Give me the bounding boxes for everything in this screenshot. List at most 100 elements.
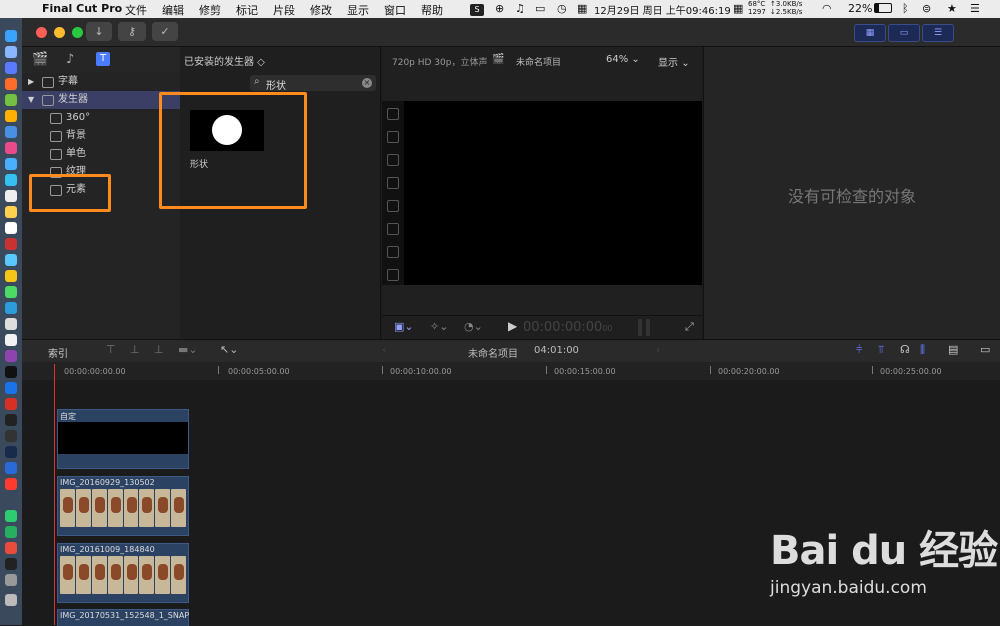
viewer-canvas[interactable] — [404, 101, 702, 285]
disclosure-right-icon[interactable]: ▶ — [28, 73, 34, 91]
clear-search-icon[interactable]: × — [362, 78, 372, 88]
zoom-dropdown[interactable]: 64% ⌄ — [606, 54, 640, 65]
audio-icon[interactable]: ♪ — [66, 52, 74, 67]
titles-generators-icon[interactable]: T — [96, 52, 110, 66]
app-icon[interactable] — [5, 254, 17, 266]
menu-trim[interactable]: 修剪 — [199, 2, 221, 18]
app-icon[interactable] — [5, 334, 17, 346]
installed-generators-filter[interactable]: 已安装的发生器 ◇ — [184, 53, 265, 68]
overwrite-clip-icon[interactable]: ▬⌄ — [178, 343, 198, 356]
sidebar-item-360[interactable]: 360° — [22, 109, 180, 127]
menu-file[interactable]: 文件 — [125, 2, 147, 18]
close-window-button[interactable] — [36, 27, 47, 38]
yandex-icon[interactable] — [5, 478, 17, 490]
sidebar-item-solids[interactable]: 单色 — [22, 145, 180, 163]
minimize-window-button[interactable] — [54, 27, 65, 38]
notes-icon[interactable] — [5, 206, 17, 218]
menu-view[interactable]: 显示 — [347, 2, 369, 18]
bluetooth-icon[interactable]: ᛒ — [902, 2, 909, 15]
forward-icon[interactable]: › — [656, 343, 660, 356]
battery-icon[interactable] — [874, 2, 892, 15]
headphones-icon[interactable]: ☊ — [900, 343, 910, 356]
app-icon[interactable] — [5, 398, 17, 410]
globe-icon[interactable]: ⊕ — [495, 2, 504, 15]
app-icon[interactable] — [5, 142, 17, 154]
timecode-display[interactable]: 00:00:00:0000 — [523, 320, 613, 335]
app-icon[interactable] — [5, 542, 17, 554]
menu-window[interactable]: 窗口 — [384, 2, 406, 18]
app-icon[interactable] — [5, 174, 17, 186]
chrome-icon[interactable] — [5, 110, 17, 122]
list-icon[interactable]: ☰ — [970, 2, 980, 15]
show-browser-button[interactable]: ▦ — [854, 24, 886, 42]
calendar-icon[interactable]: ▦ — [577, 2, 587, 15]
view-dropdown[interactable]: 显示 ⌄ — [658, 54, 690, 69]
back-icon[interactable]: ‹ — [382, 343, 386, 356]
effects-browser-icon[interactable]: ▭ — [980, 343, 990, 356]
import-icon[interactable]: ↓ — [86, 22, 112, 41]
snapping-icon[interactable]: ⫼ — [920, 343, 925, 357]
messages-icon[interactable] — [5, 286, 17, 298]
speed-icon[interactable]: ◔⌄ — [464, 320, 483, 333]
sidebar-item-generators[interactable]: ▼ 发生器 — [22, 91, 180, 109]
android-icon[interactable] — [5, 94, 17, 106]
timeline-clip[interactable]: 自定 — [57, 409, 189, 469]
monitor-icon[interactable]: ▭ — [535, 2, 545, 15]
music-icon[interactable]: ♫ — [515, 2, 525, 15]
control-center-icon[interactable]: ⊜ — [922, 2, 931, 15]
wechat-icon[interactable] — [5, 526, 17, 538]
finalcut-icon[interactable] — [5, 558, 17, 570]
app-icon[interactable] — [5, 302, 17, 314]
connect-clip-icon[interactable]: ⊤ — [106, 343, 116, 356]
podcasts-icon[interactable] — [5, 350, 17, 362]
grid-icon[interactable]: ▦ — [733, 2, 743, 15]
playhead[interactable] — [54, 364, 55, 625]
trash-icon[interactable] — [5, 594, 17, 606]
status-s-icon[interactable]: S — [470, 2, 484, 16]
timeline-ruler[interactable]: 00:00:00:00.00 00:00:05:00.00 00:00:10:0… — [22, 362, 1000, 380]
disclosure-down-icon[interactable]: ▼ — [28, 91, 34, 109]
skimming-icon[interactable]: ⫪ — [878, 343, 884, 357]
siri-icon[interactable] — [5, 46, 17, 58]
timeline-clip[interactable]: IMG_20161009_184840 — [57, 543, 189, 603]
video-waveform-icon[interactable]: ⫩ — [856, 343, 862, 357]
menu-edit[interactable]: 编辑 — [162, 2, 184, 18]
menu-clip[interactable]: 片段 — [273, 2, 295, 18]
launchpad-icon[interactable] — [5, 62, 17, 74]
show-inspector-button[interactable]: ☰ — [922, 24, 954, 42]
media-icon[interactable]: 🎬 — [32, 52, 48, 67]
appstore-icon[interactable] — [5, 382, 17, 394]
app-icon[interactable] — [5, 238, 17, 250]
timeline-clip[interactable]: IMG_20170531_152548_1_SNAP — [57, 609, 189, 626]
finder-icon[interactable] — [5, 30, 17, 42]
app-icon[interactable] — [5, 190, 17, 202]
activity-icon[interactable] — [5, 430, 17, 442]
index-button[interactable]: 索引 — [48, 345, 68, 360]
transform-icon[interactable]: ▣⌄ — [394, 320, 414, 333]
app-icon[interactable] — [5, 78, 17, 90]
menu-help[interactable]: 帮助 — [421, 2, 443, 18]
app-icon[interactable] — [5, 318, 17, 330]
clip-appearance-icon[interactable]: ▤ — [948, 343, 958, 356]
menu-mark[interactable]: 标记 — [236, 2, 258, 18]
terminal-icon[interactable] — [5, 414, 17, 426]
search-input[interactable]: 形状 — [266, 77, 286, 92]
menu-app-name[interactable]: Final Cut Pro — [42, 2, 122, 15]
append-clip-icon[interactable]: ⊥ — [154, 343, 164, 356]
vpn-icon[interactable] — [5, 462, 17, 474]
calendar-icon[interactable] — [5, 222, 17, 234]
search-field[interactable]: ⌕ 形状 × — [250, 75, 376, 92]
fullscreen-icon[interactable]: ⤢ — [685, 320, 694, 334]
sidebar-item-backgrounds[interactable]: 背景 — [22, 127, 180, 145]
appletv-icon[interactable] — [5, 366, 17, 378]
key-icon[interactable]: ⚷ — [118, 22, 146, 41]
wifi-icon[interactable]: ◠ — [822, 2, 832, 15]
app-icon[interactable] — [5, 270, 17, 282]
clock-icon[interactable]: ◷ — [557, 2, 567, 15]
background-tasks-icon[interactable]: ✓ — [152, 22, 178, 41]
app-icon[interactable] — [5, 510, 17, 522]
battery-percent[interactable]: 22% — [848, 2, 872, 15]
app-icon[interactable] — [5, 158, 17, 170]
browser-icon[interactable] — [5, 126, 17, 138]
zoom-window-button[interactable] — [72, 27, 83, 38]
